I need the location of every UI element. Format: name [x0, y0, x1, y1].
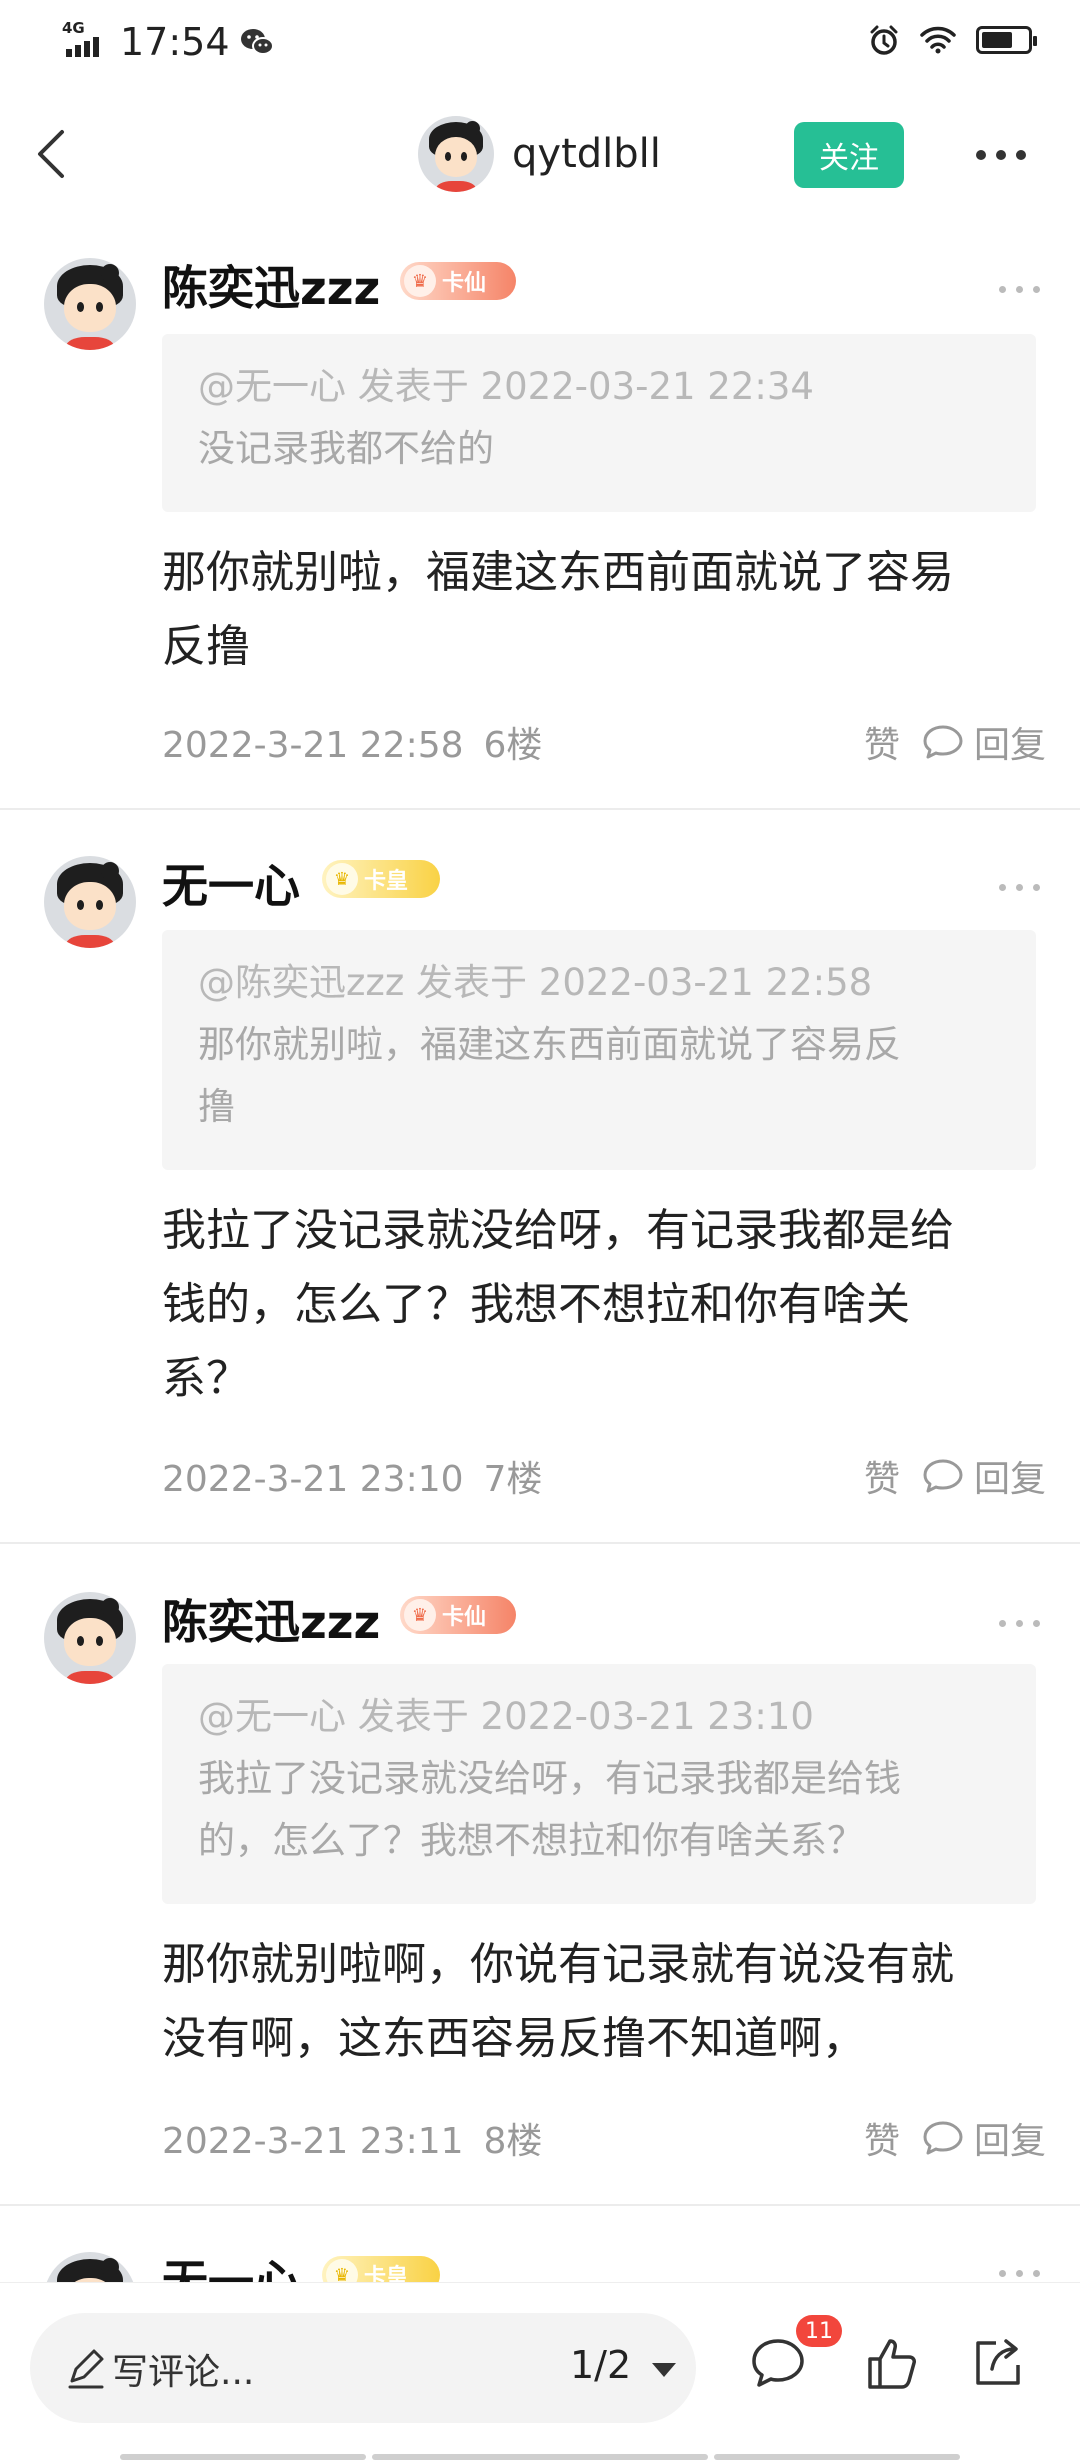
comment-actions: 赞 回复 — [864, 716, 1046, 768]
pen-icon — [68, 2349, 104, 2389]
page-indicator[interactable]: 1/2 — [570, 2343, 631, 2387]
comment-item: 无一心 ♛ 卡皇 — [0, 2236, 1080, 2282]
reply-button[interactable]: 回复 — [922, 716, 1046, 768]
chevron-down-icon[interactable] — [652, 2363, 676, 2377]
comment-input[interactable]: 写评论... 1/2 — [30, 2313, 696, 2423]
reply-button[interactable]: 回复 — [922, 2112, 1046, 2164]
comment-time: 2022-3-21 23:11 — [162, 2121, 464, 2162]
home-indicator — [372, 2454, 708, 2460]
commenter-name[interactable]: 无一心 — [162, 850, 300, 916]
wechat-icon — [240, 29, 274, 55]
status-bar: 4G 17:54 — [0, 0, 1080, 84]
comment-actions: 赞 回复 — [864, 1450, 1046, 1502]
avatar[interactable] — [44, 258, 136, 350]
quote-body: 没记录我都不给的 — [198, 427, 494, 470]
header-username: qytdlbll — [512, 131, 661, 177]
comment-text: 我拉了没记录就没给呀，有记录我都是给 钱的，怎么了？我想不想拉和你有啥关 系？ — [162, 1205, 954, 1404]
quote-header: @陈奕迅zzz 发表于 2022-03-21 22:58 — [198, 961, 873, 1004]
like-button[interactable]: 赞 — [864, 716, 900, 768]
divider — [0, 2204, 1080, 2206]
comment-text: 那你就别啦啊，你说有记录就有说没有就 没有啊，这东西容易反撸不知道啊， — [162, 1939, 954, 2064]
header-user[interactable]: qytdlbll — [418, 116, 661, 192]
comment-more-icon[interactable] — [999, 2270, 1040, 2277]
comment-time: 2022-3-21 22:58 — [162, 725, 464, 766]
avatar[interactable] — [44, 1592, 136, 1684]
level-badge: ♛ 卡仙 — [400, 262, 516, 300]
comment-more-icon[interactable] — [999, 286, 1040, 293]
reply-button[interactable]: 回复 — [922, 1450, 1046, 1502]
comment-time: 2022-3-21 23:10 — [162, 1459, 464, 1500]
notification-badge: 11 — [796, 2315, 842, 2347]
bottom-bar: 写评论... 1/2 11 — [0, 2282, 1080, 2461]
home-indicator — [714, 2454, 960, 2460]
avatar[interactable] — [44, 2252, 136, 2282]
comment-actions: 赞 回复 — [864, 2112, 1046, 2164]
battery-icon — [976, 26, 1037, 54]
share-icon[interactable] — [966, 2331, 1030, 2395]
quote-body: 那你就别啦，福建这东西前面就说了容易反 撸 — [198, 1023, 901, 1128]
crown-icon: ♛ — [404, 1599, 436, 1631]
comment-meta: 2022-3-21 22:58 6楼 — [162, 716, 542, 768]
quote-header: @无一心 发表于 2022-03-21 22:34 — [198, 365, 814, 408]
more-options-icon[interactable] — [976, 140, 1036, 170]
crown-icon: ♛ — [404, 265, 436, 297]
comment-meta: 2022-3-21 23:10 7楼 — [162, 1450, 542, 1502]
speech-bubble-icon — [923, 2121, 963, 2155]
crown-icon: ♛ — [326, 2259, 358, 2282]
crown-icon: ♛ — [326, 863, 358, 895]
wifi-icon — [920, 26, 956, 54]
speech-bubble-icon — [923, 725, 963, 759]
comment-text: 那你就别啦，福建这东西前面就说了容易 反撸 — [162, 547, 954, 672]
back-arrow-icon[interactable] — [26, 124, 86, 184]
quote-header: @无一心 发表于 2022-03-21 23:10 — [198, 1695, 814, 1738]
alarm-icon — [870, 25, 898, 55]
floor-number: 7楼 — [483, 1459, 543, 1500]
like-button[interactable]: 赞 — [864, 2112, 900, 2164]
quoted-comment: @陈奕迅zzz 发表于 2022-03-21 22:58 那你就别啦，福建这东西… — [162, 930, 1036, 1170]
comment-more-icon[interactable] — [999, 1620, 1040, 1627]
level-badge: ♛ 卡皇 — [322, 2256, 440, 2282]
like-icon[interactable] — [860, 2331, 924, 2395]
follow-button[interactable]: 关注 — [794, 122, 904, 188]
quote-body: 我拉了没记录就没给呀，有记录我都是给钱 的，怎么了？我想不想拉和你有啥关系？ — [198, 1757, 901, 1862]
level-badge: ♛ 卡仙 — [400, 1596, 516, 1634]
speech-bubble-icon — [923, 1459, 963, 1493]
like-button[interactable]: 赞 — [864, 1450, 900, 1502]
floor-number: 8楼 — [483, 2121, 543, 2162]
avatar[interactable] — [418, 116, 494, 192]
quoted-comment: @无一心 发表于 2022-03-21 22:34 没记录我都不给的 — [162, 334, 1036, 512]
home-indicator — [120, 2454, 366, 2460]
top-nav: qytdlbll 关注 — [0, 84, 1080, 224]
commenter-name[interactable]: 无一心 — [162, 2246, 300, 2282]
level-badge: ♛ 卡皇 — [322, 860, 440, 898]
signal-icon: 4G — [62, 19, 110, 59]
floor-number: 6楼 — [483, 725, 543, 766]
comment-meta: 2022-3-21 23:11 8楼 — [162, 2112, 542, 2164]
divider — [0, 808, 1080, 810]
divider — [0, 1542, 1080, 1544]
status-time: 17:54 — [120, 20, 230, 64]
commenter-name[interactable]: 陈奕迅zzz — [162, 252, 380, 318]
avatar[interactable] — [44, 856, 136, 948]
quoted-comment: @无一心 发表于 2022-03-21 23:10 我拉了没记录就没给呀，有记录… — [162, 1664, 1036, 1904]
comment-placeholder: 写评论... — [112, 2352, 255, 2393]
comment-more-icon[interactable] — [999, 884, 1040, 891]
commenter-name[interactable]: 陈奕迅zzz — [162, 1586, 380, 1652]
